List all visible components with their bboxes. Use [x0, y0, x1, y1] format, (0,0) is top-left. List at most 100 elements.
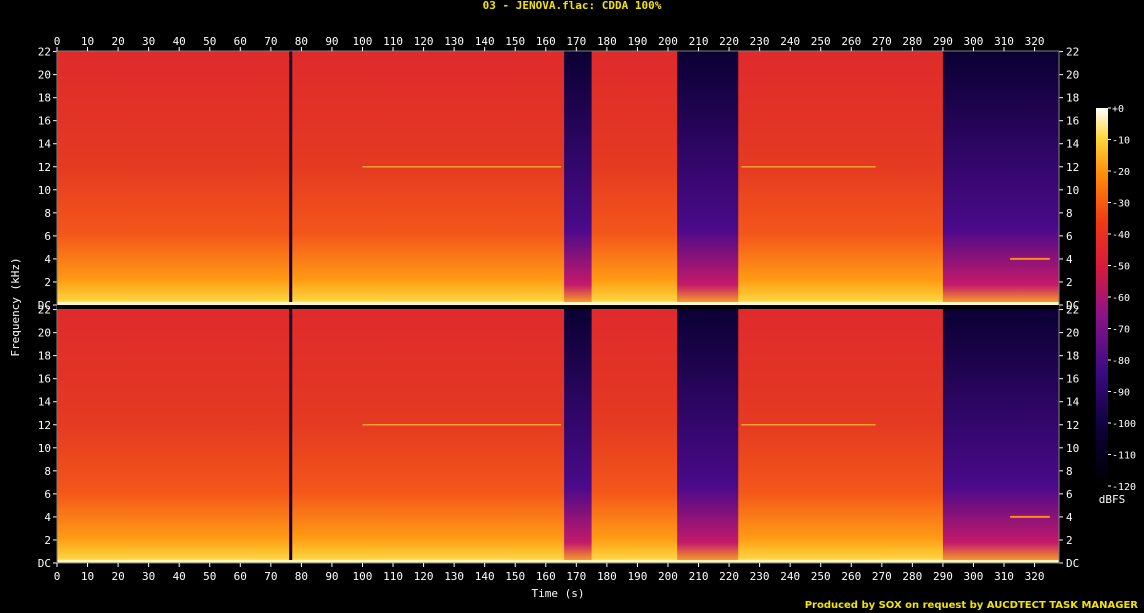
y-tick-label: 4: [1066, 511, 1073, 524]
spectrogram-channel-1: [57, 51, 1059, 305]
x-tick-label: 200: [658, 35, 678, 48]
y-tick-label: 16: [1066, 373, 1079, 386]
colorbar-tick-label: -50: [1112, 262, 1130, 273]
y-tick-label: 14: [1066, 396, 1080, 409]
x-tick-label: 0: [54, 35, 61, 48]
hf-cutoff-region: [564, 51, 592, 305]
x-tick-label: 80: [295, 35, 308, 48]
x-tick-label: 90: [325, 570, 338, 583]
y-tick-label: 14: [38, 138, 52, 151]
y-tick-label: 16: [38, 373, 51, 386]
x-tick-label: 100: [353, 35, 373, 48]
x-tick-label: 30: [142, 570, 155, 583]
y-tick-label: 4: [44, 511, 51, 524]
y-tick-label: 4: [1066, 253, 1073, 266]
colorbar-tick-label: -90: [1112, 388, 1130, 399]
x-tick-label: 260: [841, 570, 861, 583]
x-tick-label: 190: [627, 570, 647, 583]
spectrum-energy: [57, 309, 1059, 563]
y-tick-label: 12: [1066, 161, 1079, 174]
x-tick-label: 120: [414, 570, 434, 583]
y-tick-label: DC: [1066, 557, 1079, 570]
x-tick-label: 200: [658, 570, 678, 583]
x-tick-label: 150: [505, 35, 525, 48]
y-tick-label: 2: [1066, 534, 1073, 547]
y-tick-label: 18: [38, 350, 51, 363]
y-tick-label: 8: [1066, 465, 1073, 478]
x-tick-label: 220: [719, 35, 739, 48]
spectrogram-chart: DC DC2 24 46 68 810 1012 1214 1416 1618 1820 2022 22…: [9, 35, 1136, 600]
y-tick-label: 8: [44, 207, 51, 220]
y-tick-label: 20: [38, 69, 51, 82]
hf-cutoff-region: [677, 309, 739, 563]
x-tick-label: 120: [414, 35, 434, 48]
x-axis-label: Time (s): [532, 587, 585, 600]
spectrogram-channel-2: [57, 309, 1059, 563]
x-tick-label: 130: [444, 570, 464, 583]
x-tick-label: 180: [597, 35, 617, 48]
x-tick-label: 60: [234, 570, 247, 583]
x-tick-label: 260: [841, 35, 861, 48]
hf-cutoff-region: [564, 309, 592, 563]
x-tick-label: 240: [780, 35, 800, 48]
x-tick-label: 40: [173, 35, 186, 48]
colorbar-tick-label: -100: [1112, 419, 1136, 430]
x-tick-label: 160: [536, 35, 556, 48]
hf-cutoff-region: [677, 51, 739, 305]
x-tick-label: 60: [234, 35, 247, 48]
y-tick-label: 6: [44, 488, 51, 501]
x-tick-label: 180: [597, 570, 617, 583]
x-tick-label: 250: [811, 570, 831, 583]
x-tick-label: 70: [264, 35, 277, 48]
x-tick-label: 100: [353, 570, 373, 583]
colorbar-tick-label: -70: [1112, 325, 1130, 336]
x-tick-label: 20: [111, 570, 124, 583]
x-tick-label: 170: [566, 570, 586, 583]
y-tick-label: 14: [38, 396, 52, 409]
colorbar-tick-label: -10: [1112, 136, 1130, 147]
y-tick-label: 2: [44, 276, 51, 289]
x-tick-label: 50: [203, 35, 216, 48]
y-tick-label: 20: [38, 327, 51, 340]
y-tick-label: 6: [44, 230, 51, 243]
hf-cutoff-region: [942, 309, 1059, 563]
x-tick-label: 280: [902, 35, 922, 48]
silence-gap: [289, 309, 293, 563]
y-tick-label: 14: [1066, 138, 1080, 151]
x-tick-label: 210: [689, 570, 709, 583]
y-tick-label: 18: [38, 92, 51, 105]
y-tick-label: 22: [1066, 46, 1079, 59]
y-tick-label: 12: [1066, 419, 1079, 432]
y-tick-label: DC: [38, 557, 51, 570]
x-tick-label: 210: [689, 35, 709, 48]
colorbar-tick-label: -20: [1112, 167, 1130, 178]
colorbar-gradient: [1096, 108, 1108, 486]
colorbar-tick-label: -110: [1112, 451, 1136, 462]
colorbar-tick-label: -40: [1112, 230, 1130, 241]
y-tick-label: 10: [1066, 442, 1079, 455]
y-tick-label: 12: [38, 161, 51, 174]
y-tick-label: 22: [38, 46, 51, 59]
colorbar-tick-label: -80: [1112, 356, 1130, 367]
x-tick-label: 270: [872, 35, 892, 48]
footer-credit: Produced by SOX on request by AUCDTECT T…: [804, 600, 1138, 611]
colorbar-label: dBFS: [1099, 493, 1126, 506]
x-tick-label: 290: [933, 570, 953, 583]
x-tick-label: 310: [994, 570, 1014, 583]
y-tick-label: 22: [1066, 304, 1079, 317]
x-tick-label: 90: [325, 35, 338, 48]
x-tick-label: 320: [1025, 35, 1045, 48]
x-tick-label: 70: [264, 570, 277, 583]
y-tick-label: 18: [1066, 350, 1079, 363]
y-tick-label: 16: [38, 115, 51, 128]
y-tick-label: 18: [1066, 92, 1079, 105]
x-tick-label: 80: [295, 570, 308, 583]
y-tick-label: 22: [38, 304, 51, 317]
y-tick-label: 2: [1066, 276, 1073, 289]
x-tick-label: 290: [933, 35, 953, 48]
x-tick-label: 300: [964, 35, 984, 48]
x-tick-label: 10: [81, 35, 94, 48]
x-tick-label: 30: [142, 35, 155, 48]
y-tick-label: 20: [1066, 327, 1079, 340]
x-tick-label: 140: [475, 570, 495, 583]
